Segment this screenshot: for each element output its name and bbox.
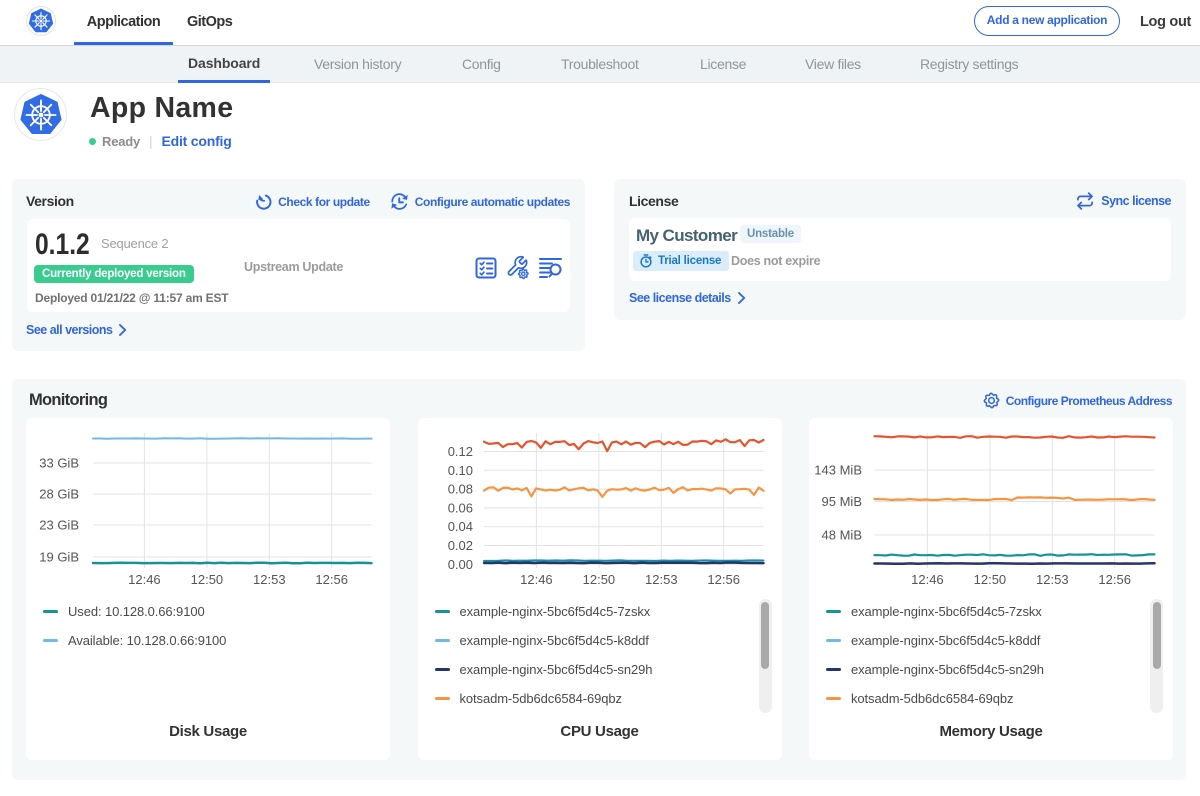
svg-text:12:50: 12:50 bbox=[191, 572, 224, 587]
svg-text:0.04: 0.04 bbox=[447, 519, 472, 534]
svg-text:12:56: 12:56 bbox=[315, 572, 348, 587]
svg-text:95 MiB: 95 MiB bbox=[822, 494, 862, 509]
svg-text:0.00: 0.00 bbox=[447, 557, 472, 572]
svg-text:0.08: 0.08 bbox=[447, 482, 472, 497]
svg-text:12:50: 12:50 bbox=[974, 572, 1007, 587]
svg-text:23 GiB: 23 GiB bbox=[39, 518, 79, 533]
svg-text:12:46: 12:46 bbox=[520, 572, 553, 587]
svg-text:12:46: 12:46 bbox=[911, 572, 944, 587]
svg-text:0.10: 0.10 bbox=[447, 463, 472, 478]
svg-text:12:56: 12:56 bbox=[707, 572, 740, 587]
svg-text:0.02: 0.02 bbox=[447, 538, 472, 553]
svg-text:12:53: 12:53 bbox=[1036, 572, 1069, 587]
svg-text:33 GiB: 33 GiB bbox=[39, 456, 79, 471]
svg-text:48 MiB: 48 MiB bbox=[822, 528, 862, 543]
svg-text:12:46: 12:46 bbox=[128, 572, 161, 587]
svg-text:143 MiB: 143 MiB bbox=[814, 463, 862, 478]
svg-text:12:50: 12:50 bbox=[582, 572, 615, 587]
svg-text:12:53: 12:53 bbox=[645, 572, 678, 587]
svg-text:28 GiB: 28 GiB bbox=[39, 487, 79, 502]
svg-text:12:53: 12:53 bbox=[253, 572, 286, 587]
svg-text:12:56: 12:56 bbox=[1098, 572, 1131, 587]
svg-text:19 GiB: 19 GiB bbox=[39, 550, 79, 565]
svg-text:0.06: 0.06 bbox=[447, 500, 472, 515]
svg-text:0.12: 0.12 bbox=[447, 444, 472, 459]
